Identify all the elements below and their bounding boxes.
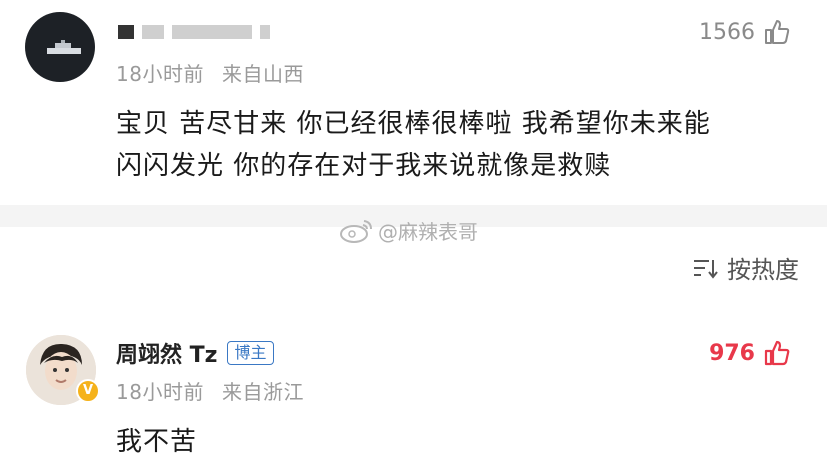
sort-icon [694, 259, 718, 279]
avatar[interactable] [25, 12, 95, 82]
comment-time: 18小时前 [116, 380, 204, 404]
verified-badge: V [76, 379, 100, 403]
ship-image [47, 40, 81, 54]
comment-location: 来自浙江 [221, 380, 304, 404]
sort-button[interactable]: 按热度 [691, 250, 799, 285]
comment-meta: 18小时前 来自山西 [116, 58, 304, 87]
watermark-text: @麻辣表哥 [378, 220, 478, 244]
comment-body: 我不苦 [116, 427, 198, 455]
like-count: 976 [709, 340, 755, 366]
like-button[interactable]: 976 [709, 339, 791, 367]
comment-body: 宝贝 苦尽甘来 你已经很棒很棒啦 我希望你未来能 闪闪发光 你的存在对于我来说就… [116, 103, 711, 187]
comment-line: 宝贝 苦尽甘来 你已经很棒很棒啦 我希望你未来能 [116, 109, 711, 139]
thumbs-up-icon [765, 20, 790, 44]
author-name[interactable]: 周翊然 Tz [116, 337, 217, 369]
author-badge: 博主 [227, 341, 274, 365]
comment-line: 闪闪发光 你的存在对于我来说就像是救赎 [116, 151, 612, 181]
comment-meta: 18小时前 来自浙江 [116, 376, 304, 405]
username-masked[interactable] [118, 22, 270, 42]
comment-author[interactable]: 周翊然 Tz 博主 [116, 337, 274, 369]
comment-time: 18小时前 [116, 62, 204, 86]
like-button[interactable]: 1566 [699, 18, 791, 46]
comment-location: 来自山西 [221, 62, 304, 86]
sort-label: 按热度 [727, 256, 799, 284]
weibo-logo-icon [340, 219, 372, 243]
thumbs-up-icon [764, 340, 790, 366]
like-count: 1566 [699, 19, 755, 45]
watermark: @麻辣表哥 [338, 216, 478, 245]
